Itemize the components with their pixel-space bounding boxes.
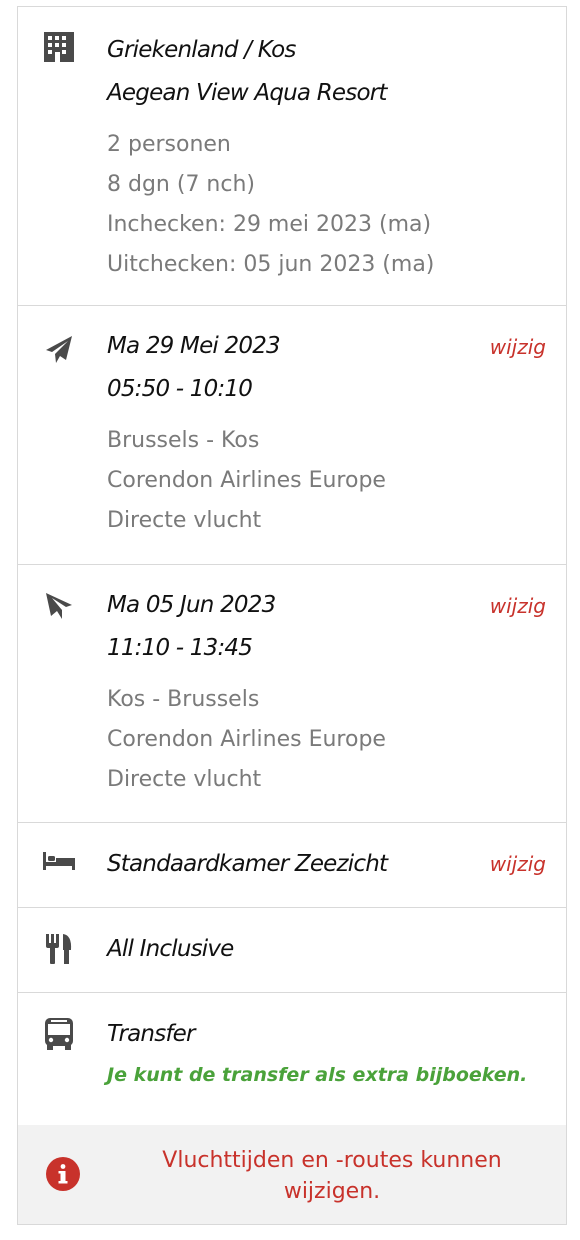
hotel-persons: 2 personen bbox=[107, 132, 231, 157]
room-name: Standaardkamer Zeezicht bbox=[107, 851, 388, 877]
fork-knife-icon bbox=[42, 932, 76, 966]
transfer-name: Transfer bbox=[107, 1021, 195, 1047]
return-change-link[interactable]: wijzig bbox=[490, 594, 546, 618]
return-airline: Corendon Airlines Europe bbox=[107, 727, 386, 752]
building-icon bbox=[43, 31, 75, 63]
transfer-section: Transfer Je kunt de transfer als extra b… bbox=[18, 993, 566, 1126]
hotel-location: Griekenland / Kos bbox=[107, 37, 296, 63]
booking-summary-card: Griekenland / Kos Aegean View Aqua Resor… bbox=[17, 6, 567, 1225]
outbound-flight-section: Ma 29 Mei 2023 05:50 - 10:10 wijzig Brus… bbox=[18, 306, 566, 565]
flight-change-notice: Vluchttijden en -routes kunnen wijzigen. bbox=[18, 1125, 566, 1224]
hotel-checkout: Uitchecken: 05 jun 2023 (ma) bbox=[107, 252, 435, 277]
notice-text: Vluchttijden en -routes kunnen wijzigen. bbox=[162, 1148, 502, 1204]
hotel-duration: 8 dgn (7 nch) bbox=[107, 172, 255, 197]
return-route: Kos - Brussels bbox=[107, 687, 260, 712]
bus-icon bbox=[42, 1017, 76, 1051]
return-type: Directe vlucht bbox=[107, 767, 262, 792]
board-name: All Inclusive bbox=[107, 936, 234, 962]
hotel-checkin: Inchecken: 29 mei 2023 (ma) bbox=[107, 212, 432, 237]
outbound-route: Brussels - Kos bbox=[107, 428, 260, 453]
outbound-date: Ma 29 Mei 2023 bbox=[107, 333, 281, 359]
transfer-note: Je kunt de transfer als extra bijboeken. bbox=[107, 1064, 528, 1086]
return-date: Ma 05 Jun 2023 bbox=[107, 592, 276, 618]
plane-departure-icon bbox=[42, 332, 76, 366]
hotel-name: Aegean View Aqua Resort bbox=[107, 80, 387, 106]
info-icon bbox=[46, 1157, 80, 1191]
hotel-section: Griekenland / Kos Aegean View Aqua Resor… bbox=[18, 7, 566, 306]
board-section: All Inclusive bbox=[18, 908, 566, 993]
return-flight-section: Ma 05 Jun 2023 11:10 - 13:45 wijzig Kos … bbox=[18, 565, 566, 823]
return-time: 11:10 - 13:45 bbox=[107, 635, 253, 661]
outbound-type: Directe vlucht bbox=[107, 508, 262, 533]
room-change-link[interactable]: wijzig bbox=[490, 852, 546, 876]
outbound-airline: Corendon Airlines Europe bbox=[107, 468, 386, 493]
room-section: Standaardkamer Zeezicht wijzig bbox=[18, 823, 566, 908]
plane-arrival-icon bbox=[42, 589, 76, 623]
outbound-change-link[interactable]: wijzig bbox=[490, 335, 546, 359]
bed-icon bbox=[42, 849, 76, 873]
outbound-time: 05:50 - 10:10 bbox=[107, 376, 253, 402]
